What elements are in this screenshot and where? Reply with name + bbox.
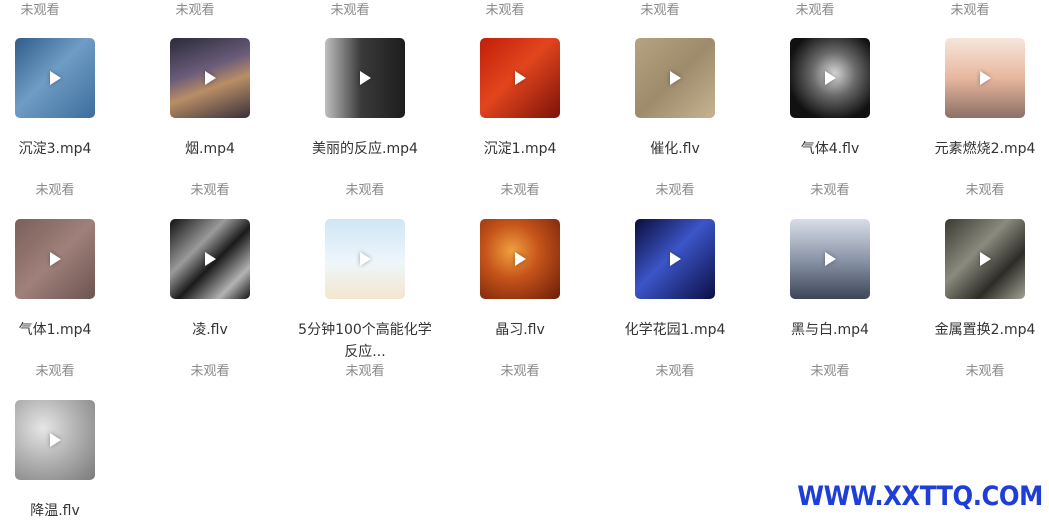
watch-status: 未观看 [175,3,215,18]
watch-status: 未观看 [810,364,850,379]
video-thumbnail[interactable] [480,38,560,118]
watch-status: 未观看 [950,3,990,18]
watermark-text: WWW.XXTTQ.COM [797,481,1043,512]
watch-status: 未观看 [640,3,680,18]
play-icon [50,71,61,85]
play-icon [825,252,836,266]
file-name[interactable]: 金属置换2.mp4 [915,319,1049,341]
play-icon [205,71,216,85]
watch-status: 未观看 [345,364,385,379]
file-name[interactable]: 沉淀1.mp4 [450,138,590,160]
file-name[interactable]: 气体4.flv [760,138,900,160]
play-icon [360,252,371,266]
watch-status: 未观看 [190,183,230,198]
file-name[interactable]: 凌.flv [140,319,280,341]
file-name[interactable]: 黑与白.mp4 [760,319,900,341]
video-thumbnail[interactable] [790,219,870,299]
file-name[interactable]: 催化.flv [605,138,745,160]
watch-status: 未观看 [655,364,695,379]
watch-status: 未观看 [655,183,695,198]
video-thumbnail[interactable] [325,38,405,118]
file-name[interactable]: 5分钟100个高能化学反应... [295,319,435,363]
play-icon [50,433,61,447]
video-thumbnail[interactable] [945,219,1025,299]
watch-status: 未观看 [345,183,385,198]
play-icon [50,252,61,266]
file-name[interactable]: 化学花园1.mp4 [605,319,745,341]
file-name[interactable]: 美丽的反应.mp4 [295,138,435,160]
watch-status: 未观看 [35,364,75,379]
watch-status: 未观看 [810,183,850,198]
play-icon [360,71,371,85]
watch-status: 未观看 [330,3,370,18]
play-icon [205,252,216,266]
video-thumbnail[interactable] [170,219,250,299]
video-thumbnail[interactable] [170,38,250,118]
watch-status: 未观看 [500,183,540,198]
watch-status: 未观看 [190,364,230,379]
video-thumbnail[interactable] [945,38,1025,118]
play-icon [825,71,836,85]
watch-status: 未观看 [35,183,75,198]
video-thumbnail[interactable] [325,219,405,299]
video-thumbnail[interactable] [635,219,715,299]
file-name[interactable]: 晶习.flv [450,319,590,341]
watch-status: 未观看 [500,364,540,379]
watch-status: 未观看 [965,364,1005,379]
file-name[interactable]: 沉淀3.mp4 [0,138,125,160]
watch-status: 未观看 [795,3,835,18]
watch-status: 未观看 [965,183,1005,198]
file-name[interactable]: 降温.flv [0,500,125,522]
file-name[interactable]: 元素燃烧2.mp4 [915,138,1049,160]
play-icon [670,71,681,85]
video-thumbnail[interactable] [15,219,95,299]
play-icon [515,71,526,85]
play-icon [515,252,526,266]
video-thumbnail[interactable] [15,400,95,480]
file-name[interactable]: 烟.mp4 [140,138,280,160]
video-thumbnail[interactable] [480,219,560,299]
play-icon [980,252,991,266]
play-icon [670,252,681,266]
video-thumbnail[interactable] [790,38,870,118]
play-icon [980,71,991,85]
file-name[interactable]: 气体1.mp4 [0,319,125,341]
video-thumbnail[interactable] [15,38,95,118]
watch-status: 未观看 [485,3,525,18]
watch-status: 未观看 [20,3,60,18]
video-thumbnail[interactable] [635,38,715,118]
